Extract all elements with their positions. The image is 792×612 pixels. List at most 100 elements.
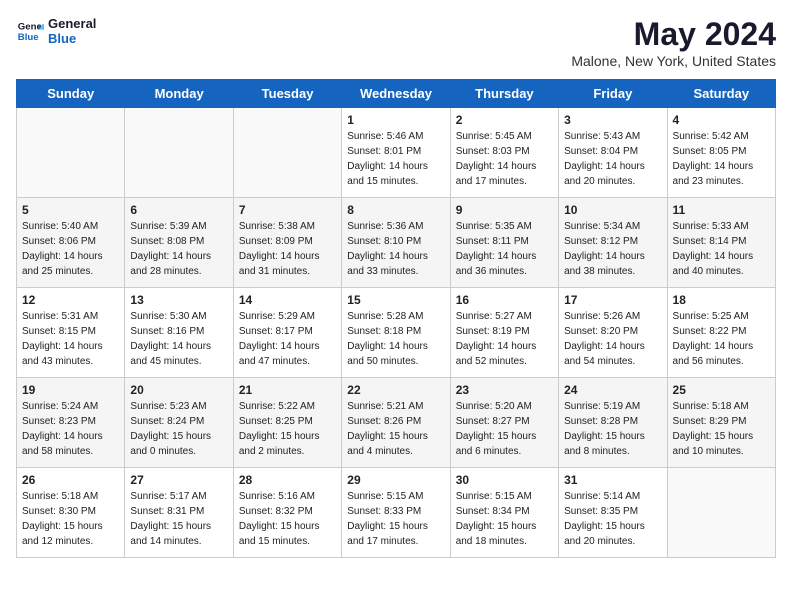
sunrise-text: Sunrise: 5:14 AM — [564, 491, 640, 502]
daylight-text: Daylight: 15 hours and 0 minutes. — [130, 431, 211, 457]
sunset-text: Sunset: 8:26 PM — [347, 416, 421, 427]
sunset-text: Sunset: 8:16 PM — [130, 326, 204, 337]
calendar-cell: 15Sunrise: 5:28 AMSunset: 8:18 PMDayligh… — [342, 288, 450, 378]
day-info: Sunrise: 5:34 AMSunset: 8:12 PMDaylight:… — [564, 219, 661, 279]
sunrise-text: Sunrise: 5:42 AM — [673, 131, 749, 142]
calendar-cell: 31Sunrise: 5:14 AMSunset: 8:35 PMDayligh… — [559, 468, 667, 558]
daylight-text: Daylight: 14 hours and 17 minutes. — [456, 161, 537, 187]
day-number: 9 — [456, 203, 553, 217]
sunrise-text: Sunrise: 5:36 AM — [347, 221, 423, 232]
sunset-text: Sunset: 8:31 PM — [130, 506, 204, 517]
sunrise-text: Sunrise: 5:24 AM — [22, 401, 98, 412]
calendar-cell: 8Sunrise: 5:36 AMSunset: 8:10 PMDaylight… — [342, 198, 450, 288]
calendar-week-2: 5Sunrise: 5:40 AMSunset: 8:06 PMDaylight… — [17, 198, 776, 288]
calendar-cell: 4Sunrise: 5:42 AMSunset: 8:05 PMDaylight… — [667, 108, 775, 198]
logo-text: General Blue — [48, 16, 96, 46]
sunrise-text: Sunrise: 5:18 AM — [673, 401, 749, 412]
day-number: 1 — [347, 113, 444, 127]
day-info: Sunrise: 5:24 AMSunset: 8:23 PMDaylight:… — [22, 399, 119, 459]
sunset-text: Sunset: 8:27 PM — [456, 416, 530, 427]
calendar-cell: 13Sunrise: 5:30 AMSunset: 8:16 PMDayligh… — [125, 288, 233, 378]
day-number: 2 — [456, 113, 553, 127]
day-number: 28 — [239, 473, 336, 487]
daylight-text: Daylight: 14 hours and 58 minutes. — [22, 431, 103, 457]
weekday-header-monday: Monday — [125, 80, 233, 108]
day-info: Sunrise: 5:33 AMSunset: 8:14 PMDaylight:… — [673, 219, 770, 279]
day-number: 26 — [22, 473, 119, 487]
day-number: 19 — [22, 383, 119, 397]
calendar-cell: 7Sunrise: 5:38 AMSunset: 8:09 PMDaylight… — [233, 198, 341, 288]
day-number: 30 — [456, 473, 553, 487]
calendar-cell: 14Sunrise: 5:29 AMSunset: 8:17 PMDayligh… — [233, 288, 341, 378]
daylight-text: Daylight: 14 hours and 20 minutes. — [564, 161, 645, 187]
day-info: Sunrise: 5:19 AMSunset: 8:28 PMDaylight:… — [564, 399, 661, 459]
day-info: Sunrise: 5:25 AMSunset: 8:22 PMDaylight:… — [673, 309, 770, 369]
day-info: Sunrise: 5:23 AMSunset: 8:24 PMDaylight:… — [130, 399, 227, 459]
sunset-text: Sunset: 8:19 PM — [456, 326, 530, 337]
day-info: Sunrise: 5:20 AMSunset: 8:27 PMDaylight:… — [456, 399, 553, 459]
page-header: General Blue General Blue May 2024 Malon… — [16, 16, 776, 69]
calendar-cell — [233, 108, 341, 198]
daylight-text: Daylight: 14 hours and 54 minutes. — [564, 341, 645, 367]
sunrise-text: Sunrise: 5:35 AM — [456, 221, 532, 232]
sunset-text: Sunset: 8:01 PM — [347, 146, 421, 157]
day-info: Sunrise: 5:21 AMSunset: 8:26 PMDaylight:… — [347, 399, 444, 459]
daylight-text: Daylight: 15 hours and 4 minutes. — [347, 431, 428, 457]
sunset-text: Sunset: 8:34 PM — [456, 506, 530, 517]
day-info: Sunrise: 5:43 AMSunset: 8:04 PMDaylight:… — [564, 129, 661, 189]
day-number: 13 — [130, 293, 227, 307]
sunrise-text: Sunrise: 5:38 AM — [239, 221, 315, 232]
sunrise-text: Sunrise: 5:31 AM — [22, 311, 98, 322]
day-info: Sunrise: 5:39 AMSunset: 8:08 PMDaylight:… — [130, 219, 227, 279]
sunset-text: Sunset: 8:20 PM — [564, 326, 638, 337]
calendar-cell: 24Sunrise: 5:19 AMSunset: 8:28 PMDayligh… — [559, 378, 667, 468]
sunset-text: Sunset: 8:25 PM — [239, 416, 313, 427]
day-number: 18 — [673, 293, 770, 307]
calendar-cell: 16Sunrise: 5:27 AMSunset: 8:19 PMDayligh… — [450, 288, 558, 378]
day-number: 12 — [22, 293, 119, 307]
sunrise-text: Sunrise: 5:29 AM — [239, 311, 315, 322]
daylight-text: Daylight: 14 hours and 47 minutes. — [239, 341, 320, 367]
sunrise-text: Sunrise: 5:33 AM — [673, 221, 749, 232]
day-info: Sunrise: 5:36 AMSunset: 8:10 PMDaylight:… — [347, 219, 444, 279]
day-info: Sunrise: 5:17 AMSunset: 8:31 PMDaylight:… — [130, 489, 227, 549]
day-number: 20 — [130, 383, 227, 397]
calendar-cell: 2 Sunrise: 5:45 AMSunset: 8:03 PMDaylight… — [450, 108, 558, 198]
sunrise-text: Sunrise: 5:43 AM — [564, 131, 640, 142]
logo-icon: General Blue — [16, 17, 44, 45]
sunset-text: Sunset: 8:32 PM — [239, 506, 313, 517]
daylight-text: Daylight: 14 hours and 28 minutes. — [130, 251, 211, 277]
day-info: Sunrise: 5:14 AMSunset: 8:35 PMDaylight:… — [564, 489, 661, 549]
calendar-cell: 17Sunrise: 5:26 AMSunset: 8:20 PMDayligh… — [559, 288, 667, 378]
daylight-text: Daylight: 14 hours and 56 minutes. — [673, 341, 754, 367]
daylight-text: Daylight: 15 hours and 18 minutes. — [456, 521, 537, 547]
sunset-text: Sunset: 8:30 PM — [22, 506, 96, 517]
daylight-text: Daylight: 15 hours and 20 minutes. — [564, 521, 645, 547]
sunrise-text: Sunrise: 5:22 AM — [239, 401, 315, 412]
day-number: 5 — [22, 203, 119, 217]
day-info: Sunrise: 5:45 AMSunset: 8:03 PMDaylight:… — [456, 129, 553, 189]
weekday-header-friday: Friday — [559, 80, 667, 108]
calendar-body: 1Sunrise: 5:46 AMSunset: 8:01 PMDaylight… — [17, 108, 776, 558]
calendar-cell: 21Sunrise: 5:22 AMSunset: 8:25 PMDayligh… — [233, 378, 341, 468]
sunset-text: Sunset: 8:06 PM — [22, 236, 96, 247]
sunset-text: Sunset: 8:12 PM — [564, 236, 638, 247]
sunset-text: Sunset: 8:15 PM — [22, 326, 96, 337]
sunrise-text: Sunrise: 5:45 AM — [456, 131, 532, 142]
sunset-text: Sunset: 8:33 PM — [347, 506, 421, 517]
calendar-cell: 26Sunrise: 5:18 AMSunset: 8:30 PMDayligh… — [17, 468, 125, 558]
calendar-week-4: 19 Sunrise: 5:24 AMSunset: 8:23 PMDayligh… — [17, 378, 776, 468]
calendar-cell — [667, 468, 775, 558]
day-number: 15 — [347, 293, 444, 307]
calendar-week-1: 1Sunrise: 5:46 AMSunset: 8:01 PMDaylight… — [17, 108, 776, 198]
day-info: Sunrise: 5:18 AMSunset: 8:29 PMDaylight:… — [673, 399, 770, 459]
calendar-week-3: 12 Sunrise: 5:31 AM Sunset: 8:15 PM Dayligh… — [17, 288, 776, 378]
sunset-text: Sunset: 8:22 PM — [673, 326, 747, 337]
daylight-text: Daylight: 15 hours and 12 minutes. — [22, 521, 103, 547]
day-info: Sunrise: 5:15 AMSunset: 8:34 PMDaylight:… — [456, 489, 553, 549]
daylight-text: Daylight: 14 hours and 15 minutes. — [347, 161, 428, 187]
sunrise-text: Sunrise: 5:27 AM — [456, 311, 532, 322]
calendar-cell: 20 Sunrise: 5:23 AMSunset: 8:24 PMDayligh… — [125, 378, 233, 468]
day-info: Sunrise: 5:35 AMSunset: 8:11 PMDaylight:… — [456, 219, 553, 279]
svg-text:Blue: Blue — [18, 32, 39, 43]
